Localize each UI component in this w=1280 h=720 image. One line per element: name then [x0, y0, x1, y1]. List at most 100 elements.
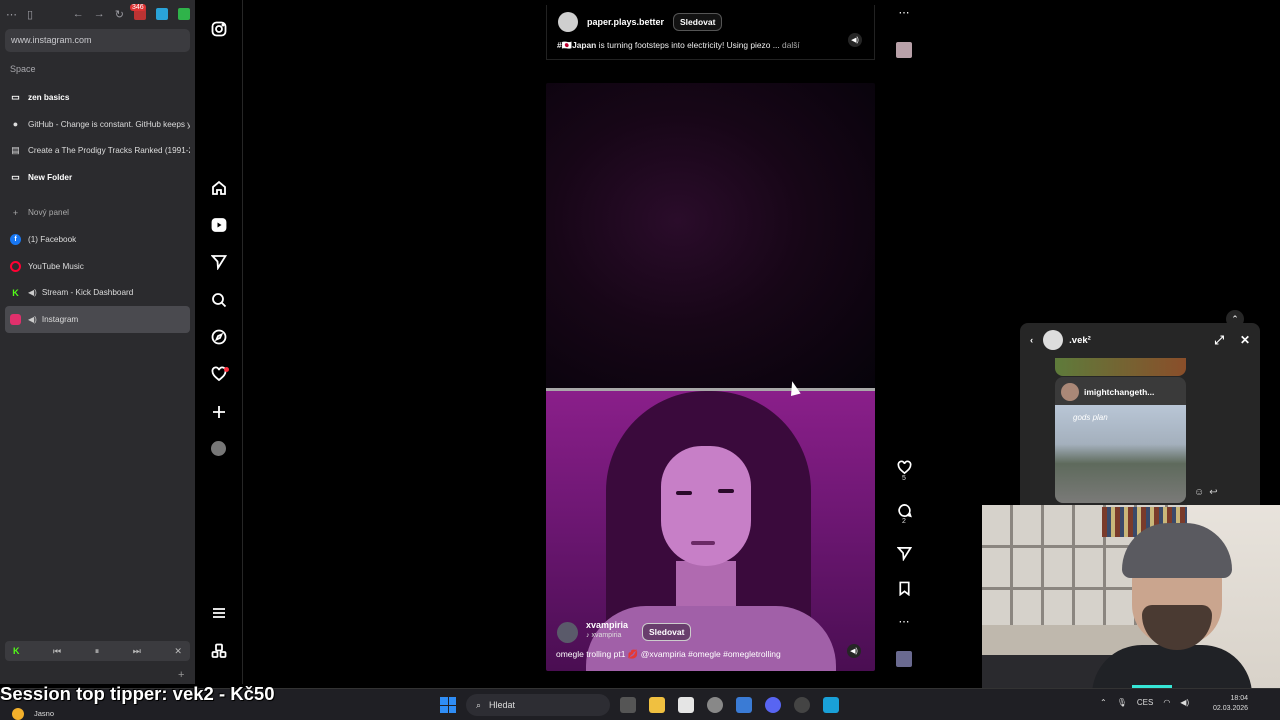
speaker-icon: ◀)	[28, 315, 37, 325]
post-caption: #🇯🇵Japan is turning footsteps into elect…	[557, 40, 800, 50]
threads-icon[interactable]	[209, 641, 229, 661]
chevron-up-icon[interactable]: ⌃	[1100, 698, 1107, 707]
tab-youtube-music[interactable]: YouTube Music	[5, 253, 190, 280]
discord-icon[interactable]	[765, 697, 781, 713]
back-icon[interactable]: ←	[73, 8, 84, 20]
url-bar[interactable]: www.instagram.com	[5, 29, 190, 52]
profile-avatar[interactable]	[211, 441, 226, 456]
add-icon[interactable]: +	[178, 669, 184, 681]
back-icon[interactable]: ‹	[1030, 335, 1033, 346]
wifi-icon[interactable]: ◠	[1163, 698, 1170, 707]
bookmark-icon	[898, 581, 910, 596]
avatar[interactable]	[558, 12, 578, 32]
post-actions: ⋯ 5 2 ⋯	[894, 0, 914, 684]
store-icon[interactable]	[678, 697, 694, 713]
github-icon: ●	[12, 119, 19, 130]
more-options-icon[interactable]: ⋯	[894, 6, 914, 19]
comment-count: 2	[902, 518, 906, 525]
facebook-icon: f	[10, 233, 21, 245]
reels-icon[interactable]	[209, 215, 229, 235]
hashtag[interactable]: #🇯🇵Japan	[557, 40, 596, 50]
start-button[interactable]	[440, 697, 456, 713]
heart-icon	[897, 460, 911, 475]
sun-icon	[12, 708, 24, 720]
audio-thumbnail[interactable]	[896, 42, 912, 58]
clock[interactable]: 18:04 02.03.2026	[1213, 694, 1248, 714]
tab-instagram[interactable]: ◀) Instagram	[5, 306, 190, 334]
emoji-react-icon[interactable]: ☺	[1194, 487, 1204, 498]
volume-icon[interactable]: ◀)	[847, 644, 861, 658]
obs-icon[interactable]	[794, 697, 810, 713]
reload-icon[interactable]: ↻	[115, 8, 124, 21]
extension-icon[interactable]	[178, 8, 190, 20]
previous-icon[interactable]: ⏮	[53, 646, 61, 657]
share-button[interactable]	[894, 546, 914, 561]
tab-zen-basics[interactable]: ▭ zen basics	[5, 84, 190, 111]
tab-facebook[interactable]: f (1) Facebook	[5, 226, 190, 253]
follow-button[interactable]: Sledovat	[642, 623, 692, 641]
app-icon[interactable]	[736, 697, 752, 713]
next-icon[interactable]: ⏭	[133, 646, 141, 657]
tab-list: ▭ zen basics ● GitHub - Change is consta…	[5, 84, 190, 334]
more-options-icon[interactable]: ⋯	[894, 615, 914, 628]
close-icon[interactable]: ✕	[1240, 333, 1250, 348]
notification-dot	[224, 367, 229, 372]
tab-kick[interactable]: K ◀) Stream - Kick Dashboard	[5, 280, 190, 307]
task-view-icon[interactable]	[620, 697, 636, 713]
reply-icon[interactable]: ↩	[1209, 487, 1217, 498]
reel-video[interactable]: xvampiria ♪ xvampiria Sledovat omegle tr…	[546, 83, 875, 671]
kick-icon: K	[13, 646, 20, 656]
explore-icon[interactable]	[209, 327, 229, 347]
search-icon[interactable]	[209, 290, 229, 310]
menu-icon[interactable]: ⋯	[6, 8, 17, 21]
pause-icon[interactable]: ⏸	[95, 646, 100, 657]
video-top-frame	[546, 83, 875, 389]
youtube-music-icon	[10, 260, 21, 272]
mute-icon[interactable]: ✕	[174, 646, 182, 657]
tab-new-folder[interactable]: ▭ New Folder	[5, 164, 190, 191]
avatar	[1061, 383, 1079, 401]
shared-post-image: gods plan	[1055, 405, 1186, 503]
follow-button[interactable]: Sledovat	[673, 13, 723, 31]
tab-prodigy[interactable]: ▤ Create a The Prodigy Tracks Ranked (19…	[5, 138, 190, 165]
comment-button[interactable]: 2	[894, 503, 914, 525]
more-link[interactable]: další	[780, 40, 800, 50]
language-indicator[interactable]: CES	[1137, 698, 1153, 707]
create-icon[interactable]	[209, 402, 229, 422]
tab-github[interactable]: ● GitHub - Change is constant. GitHub ke…	[5, 111, 190, 138]
avatar[interactable]	[1043, 330, 1064, 350]
volume-icon[interactable]: ◀)	[1180, 698, 1189, 707]
sidebar-toggle-icon[interactable]: ▯	[27, 8, 33, 21]
save-button[interactable]	[894, 581, 914, 596]
forward-icon[interactable]: →	[94, 8, 105, 20]
search-icon: ⌕	[476, 699, 482, 710]
like-button[interactable]: 5	[894, 460, 914, 482]
taskbar-search[interactable]: ⌕ Hledat	[466, 694, 610, 716]
zen-browser-icon[interactable]	[707, 697, 723, 713]
shared-post-caption: gods plan	[1073, 413, 1108, 422]
reel-post: paper.plays.better Sledovat #🇯🇵Japan is …	[546, 5, 875, 60]
browser-sidebar: ⋯ ▯ ← → ↻ 346 www.instagram.com Space ▭ …	[0, 0, 195, 684]
microphone-icon[interactable]: 🎙	[1117, 698, 1127, 707]
messages-icon[interactable]	[209, 252, 229, 272]
plus-icon: +	[12, 207, 19, 218]
extension-icon[interactable]	[156, 8, 168, 20]
new-tab-button[interactable]: + Nový panel	[5, 199, 190, 226]
file-explorer-icon[interactable]	[649, 697, 665, 713]
post-username[interactable]: xvampiria	[586, 620, 628, 630]
post-username[interactable]: paper.plays.better	[587, 17, 664, 27]
home-icon[interactable]	[209, 178, 229, 198]
audio-thumbnail[interactable]	[896, 651, 912, 667]
dm-title[interactable]: .vek²	[1069, 335, 1091, 346]
app-icon[interactable]	[823, 697, 839, 713]
stream-tipper-overlay: Session top tipper: vek2 - Kč50	[0, 683, 275, 704]
expand-icon[interactable]: ⤢	[1214, 333, 1224, 348]
instagram-icon	[10, 314, 21, 326]
shared-post-preview[interactable]	[1055, 358, 1186, 376]
instagram-logo-icon[interactable]	[209, 19, 229, 39]
page-icon: ▤	[11, 145, 20, 156]
volume-icon[interactable]: ◀)	[848, 33, 862, 47]
more-menu-icon[interactable]	[209, 603, 229, 623]
shared-post-card[interactable]: imightchangeth... gods plan	[1055, 377, 1186, 503]
avatar[interactable]	[557, 622, 578, 643]
